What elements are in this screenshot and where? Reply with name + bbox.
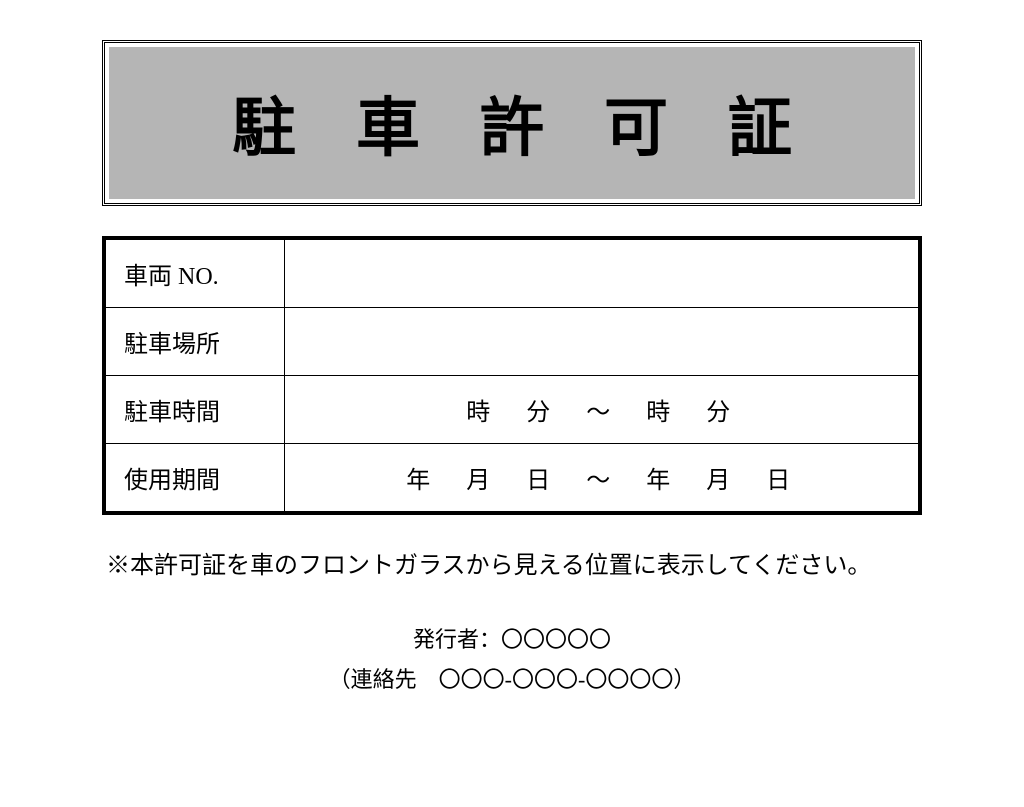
row-label-vehicle-no: 車両 NO. bbox=[104, 238, 284, 308]
row-label-location: 駐車場所 bbox=[104, 308, 284, 376]
issuer-block: 発行者：〇〇〇〇〇 （連絡先 〇〇〇-〇〇〇-〇〇〇〇） bbox=[102, 620, 922, 699]
row-value-time: 時 分 〜 時 分 bbox=[284, 376, 920, 444]
row-value-vehicle-no bbox=[284, 238, 920, 308]
table-row: 使用期間 年 月 日 〜 年 月 日 bbox=[104, 444, 920, 514]
table-row: 駐車時間 時 分 〜 時 分 bbox=[104, 376, 920, 444]
table-row: 車両 NO. bbox=[104, 238, 920, 308]
row-value-period: 年 月 日 〜 年 月 日 bbox=[284, 444, 920, 514]
parking-permit-document: 駐車許可証 車両 NO. 駐車場所 駐車時間 時 分 〜 時 分 使用期間 年 … bbox=[102, 40, 922, 699]
issuer-line: 発行者：〇〇〇〇〇 bbox=[102, 620, 922, 660]
row-label-time: 駐車時間 bbox=[104, 376, 284, 444]
row-label-period: 使用期間 bbox=[104, 444, 284, 514]
contact-value: 〇〇〇-〇〇〇-〇〇〇〇 bbox=[439, 667, 674, 692]
title-frame: 駐車許可証 bbox=[102, 40, 922, 206]
title-inner: 駐車許可証 bbox=[109, 47, 915, 199]
issuer-name: 〇〇〇〇〇 bbox=[501, 627, 611, 652]
table-row: 駐車場所 bbox=[104, 308, 920, 376]
contact-label: （連絡先 bbox=[329, 667, 439, 692]
info-table: 車両 NO. 駐車場所 駐車時間 時 分 〜 時 分 使用期間 年 月 日 〜 … bbox=[102, 236, 922, 515]
issuer-label: 発行者： bbox=[413, 627, 501, 652]
notice-text: ※本許可証を車のフロントガラスから見える位置に表示してください。 bbox=[102, 545, 922, 580]
document-title: 駐車許可証 bbox=[129, 77, 895, 169]
contact-line: （連絡先 〇〇〇-〇〇〇-〇〇〇〇） bbox=[102, 660, 922, 700]
contact-close: ） bbox=[673, 667, 695, 692]
row-value-location bbox=[284, 308, 920, 376]
